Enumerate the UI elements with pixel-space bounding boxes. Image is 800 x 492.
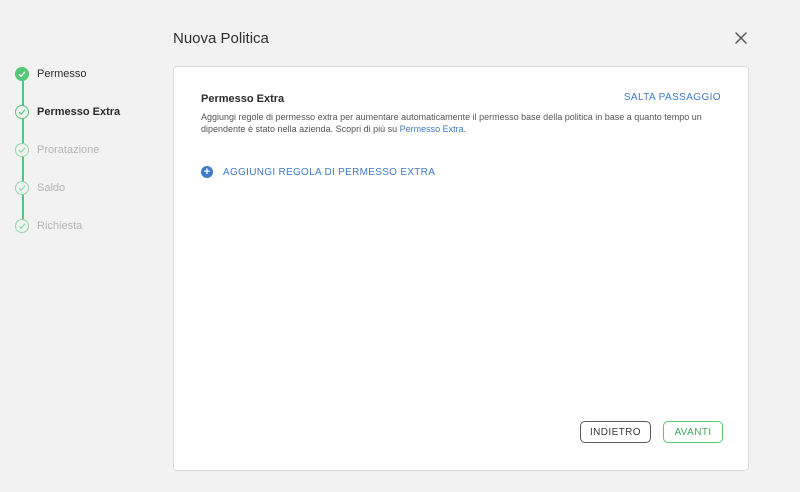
step-permesso-extra[interactable]: Permesso Extra — [15, 104, 120, 120]
close-icon[interactable] — [733, 30, 749, 46]
section-title: Permesso Extra — [201, 93, 285, 105]
step-permesso[interactable]: Permesso — [15, 66, 87, 82]
check-icon — [15, 219, 29, 233]
check-icon — [15, 143, 29, 157]
step-label: Proratazione — [37, 144, 100, 156]
back-button[interactable]: INDIETRO — [580, 421, 651, 443]
section-description: Aggiungi regole di permesso extra per au… — [201, 111, 726, 135]
step-proratazione[interactable]: Proratazione — [15, 142, 99, 158]
plus-circle-icon: + — [201, 166, 213, 178]
skip-step-link[interactable]: SALTA PASSAGGIO — [624, 92, 721, 103]
check-icon — [15, 105, 29, 119]
description-end: . — [463, 124, 467, 134]
content-card: Permesso Extra SALTA PASSAGGIO Aggiungi … — [173, 66, 749, 471]
step-label: Saldo — [37, 182, 66, 194]
check-icon — [15, 181, 29, 195]
page-title: Nuova Politica — [173, 30, 269, 47]
step-label: Richiesta — [37, 220, 83, 232]
add-rule-label: AGGIUNGI REGOLA DI PERMESSO EXTRA — [223, 166, 436, 178]
stepper: Permesso Permesso Extra Proratazione Sal… — [15, 66, 165, 246]
step-saldo[interactable]: Saldo — [15, 180, 65, 196]
stepper-line — [22, 112, 24, 226]
extra-leave-link[interactable]: Permesso Extra — [400, 124, 464, 134]
add-rule-button[interactable]: + AGGIUNGI REGOLA DI PERMESSO EXTRA — [201, 166, 435, 178]
next-button[interactable]: AVANTI — [663, 421, 723, 443]
check-icon — [15, 67, 29, 81]
step-label: Permesso Extra — [37, 106, 121, 118]
step-richiesta[interactable]: Richiesta — [15, 218, 82, 234]
step-label: Permesso — [37, 68, 87, 80]
